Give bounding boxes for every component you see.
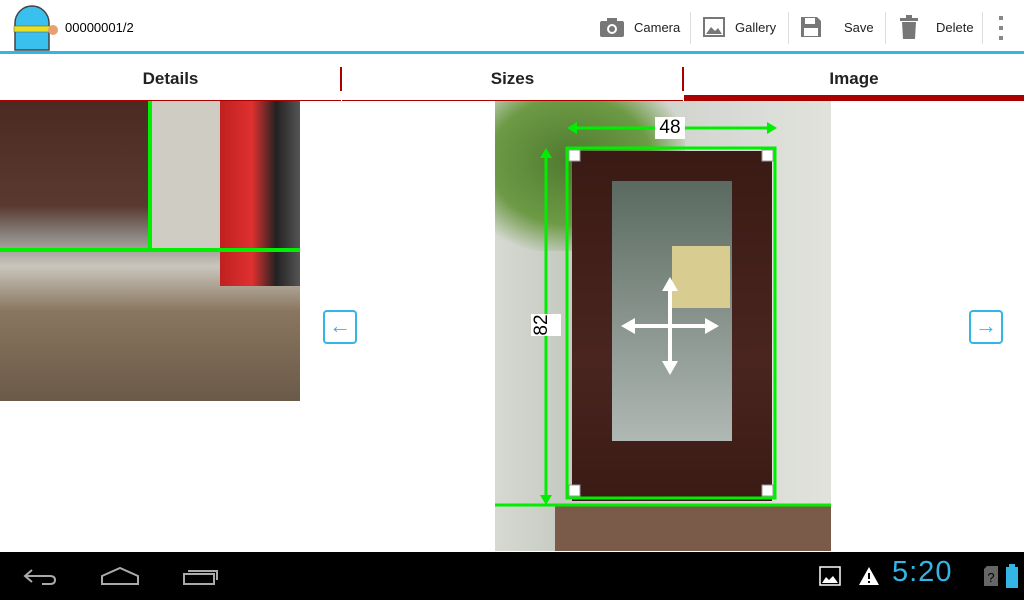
- delete-button[interactable]: Delete: [900, 0, 974, 54]
- back-icon[interactable]: [22, 566, 58, 586]
- home-icon[interactable]: [100, 566, 140, 586]
- recent-apps-icon[interactable]: [182, 566, 220, 586]
- save-label: Save: [844, 19, 874, 35]
- svg-text:?: ?: [987, 570, 994, 585]
- tab-bar: Details Sizes Image: [0, 57, 1024, 101]
- arrow-right-icon: →: [975, 313, 997, 338]
- move-icon[interactable]: [621, 277, 719, 375]
- tab-details[interactable]: Details: [0, 57, 341, 101]
- gallery-label: Gallery: [735, 19, 777, 35]
- no-sim-icon: ?: [984, 566, 998, 586]
- overflow-menu-icon[interactable]: [998, 16, 1004, 40]
- arrow-left-icon: ←: [329, 313, 351, 338]
- camera-icon: [600, 18, 624, 37]
- clock: 5:20: [892, 556, 953, 588]
- previous-image-button[interactable]: ←: [323, 310, 357, 344]
- save-button[interactable]: Save: [800, 0, 874, 54]
- previous-image-preview[interactable]: [0, 101, 300, 401]
- camera-label: Camera: [634, 19, 681, 35]
- next-image-button[interactable]: →: [969, 310, 1003, 344]
- gallery-notification-icon[interactable]: [819, 566, 841, 586]
- action-bar: 00000001/2 Camera Gallery Save Delete: [0, 0, 1024, 54]
- delete-label: Delete: [936, 19, 974, 35]
- app-logo-icon[interactable]: [12, 5, 58, 51]
- battery-icon: [1006, 564, 1018, 588]
- save-icon: [801, 17, 821, 37]
- height-label: 82: [531, 314, 561, 336]
- gallery-icon: [703, 17, 725, 37]
- warning-icon[interactable]: [858, 566, 880, 586]
- system-nav-bar: ?: [0, 552, 1024, 600]
- record-title: 00000001/2: [65, 20, 134, 35]
- gallery-button[interactable]: Gallery: [703, 0, 776, 54]
- trash-icon: [900, 15, 918, 39]
- tab-sizes[interactable]: Sizes: [342, 57, 683, 101]
- camera-button[interactable]: Camera: [600, 0, 680, 54]
- width-label: 48: [655, 117, 685, 139]
- tab-image[interactable]: Image: [684, 57, 1024, 101]
